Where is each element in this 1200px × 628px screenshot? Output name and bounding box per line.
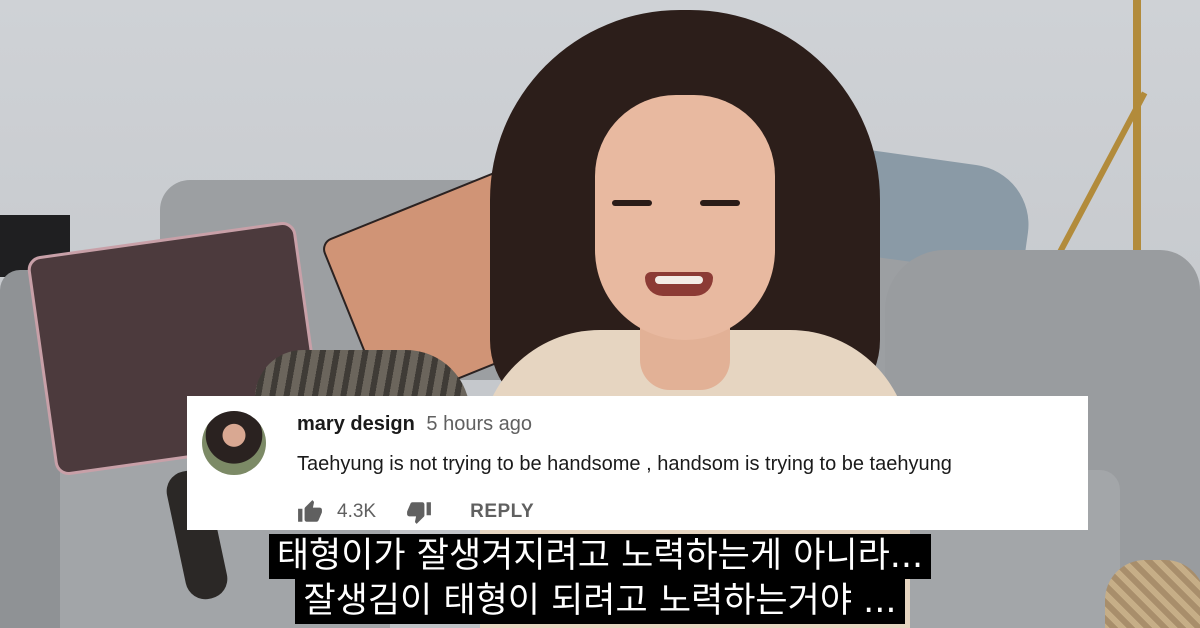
- subtitle-line-2: 잘생김이 태형이 되려고 노력하는거야 ...: [295, 579, 905, 624]
- person-left-eye: [612, 200, 652, 206]
- thumbs-down-icon[interactable]: [406, 499, 432, 525]
- subtitle-line-1: 태형이가 잘생겨지려고 노력하는게 아니라...: [268, 534, 932, 579]
- comment-text: Taehyung is not trying to be handsome , …: [297, 453, 952, 475]
- person-teeth: [655, 276, 703, 284]
- reply-button[interactable]: REPLY: [470, 501, 534, 523]
- thumbs-up-icon[interactable]: [297, 499, 323, 525]
- youtube-comment-card: mary design 5 hours ago Taehyung is not …: [187, 396, 1088, 530]
- like-count: 4.3K: [337, 501, 377, 522]
- avatar[interactable]: [202, 411, 266, 475]
- comment-time[interactable]: 5 hours ago: [426, 413, 532, 435]
- comment-author[interactable]: mary design: [297, 413, 415, 435]
- subtitles: 태형이가 잘생겨지려고 노력하는게 아니라... 잘생김이 태형이 되려고 노력…: [0, 534, 1200, 624]
- comment-actions: 4.3K REPLY: [297, 499, 534, 525]
- comment-header: mary design 5 hours ago: [297, 412, 532, 436]
- person-right-eye: [700, 200, 740, 206]
- person-face: [595, 95, 775, 340]
